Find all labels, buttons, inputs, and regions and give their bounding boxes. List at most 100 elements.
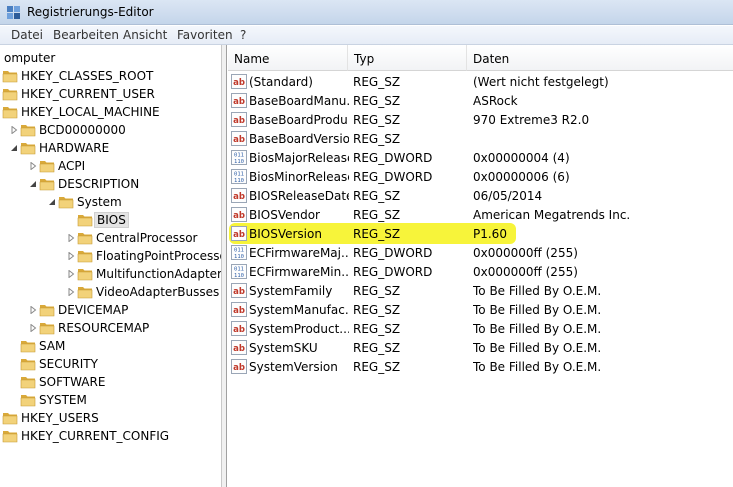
folder-icon	[20, 359, 36, 371]
tree-node[interactable]: System	[0, 193, 221, 211]
menu-ansicht[interactable]: Ansicht	[121, 28, 169, 42]
tree-node-label: SOFTWARE	[39, 375, 106, 389]
value-name: BiosMajorRelease	[249, 151, 349, 165]
svg-text:110: 110	[234, 159, 244, 165]
collapsed-triangle-icon[interactable]	[10, 126, 18, 134]
value-data: 0x00000004 (4)	[473, 151, 570, 165]
string-value-icon: ab	[231, 359, 247, 374]
tree-node-label: System	[77, 195, 122, 209]
collapsed-triangle-icon[interactable]	[29, 324, 37, 332]
tree-node[interactable]: omputer	[0, 49, 221, 67]
value-type: REG_SZ	[353, 303, 401, 317]
value-name: ECFirmwareMaj...	[249, 246, 349, 260]
column-header-name-label: Name	[234, 52, 270, 66]
value-row[interactable]: ab BaseBoardManu... REG_SZ ASRock	[228, 91, 733, 110]
tree-node[interactable]: CentralProcessor	[0, 229, 221, 247]
value-data: 0x000000ff (255)	[473, 265, 578, 279]
collapsed-triangle-icon[interactable]	[67, 270, 75, 278]
value-row[interactable]: 011 110 ECFirmwareMaj... REG_DWORD 0x000000f…	[228, 243, 733, 262]
value-row[interactable]: ab SystemManufac... REG_SZ To Be Filled By …	[228, 300, 733, 319]
string-value-icon: ab	[231, 112, 247, 127]
value-row[interactable]: 011 110 BiosMajorRelease REG_DWORD 0x0000000…	[228, 148, 733, 167]
dword-value-icon: 011110	[231, 150, 247, 165]
collapsed-triangle-icon[interactable]	[67, 234, 75, 242]
value-name: BiosMinorRelease	[249, 170, 349, 184]
value-name: ECFirmwareMin...	[249, 265, 349, 279]
tree-node[interactable]: DEVICEMAP	[0, 301, 221, 319]
string-value-icon: ab	[231, 340, 247, 355]
tree-node-label: HKEY_CLASSES_ROOT	[21, 69, 154, 83]
value-row[interactable]: 011 110 ECFirmwareMin... REG_DWORD 0x000000f…	[228, 262, 733, 281]
value-row[interactable]: ab BaseBoardVersion REG_SZ	[228, 129, 733, 148]
collapsed-triangle-icon[interactable]	[67, 288, 75, 296]
column-header-data[interactable]: Daten	[467, 45, 733, 71]
value-type: REG_SZ	[353, 208, 401, 222]
tree-node[interactable]: SYSTEM	[0, 391, 221, 409]
tree-node-label: BIOS	[94, 212, 129, 228]
tree-node[interactable]: SOFTWARE	[0, 373, 221, 391]
tree-node[interactable]: SAM	[0, 337, 221, 355]
column-header-type[interactable]: Typ	[348, 45, 467, 71]
tree-node[interactable]: FloatingPointProcessor	[0, 247, 221, 265]
title-bar[interactable]: Registrierungs-Editor	[0, 0, 733, 25]
value-name: SystemSKU	[249, 341, 318, 355]
value-type: REG_SZ	[353, 360, 401, 374]
tree-node[interactable]: RESOURCEMAP	[0, 319, 221, 337]
menu-bearbeiten[interactable]: Bearbeiten	[51, 28, 121, 42]
collapsed-triangle-icon[interactable]	[29, 162, 37, 170]
tree-node-label: omputer	[4, 51, 56, 65]
menu-favoriten[interactable]: Favoriten	[175, 28, 235, 42]
registry-key-tree[interactable]: omputer HKEY_CLASSES_ROOT HKEY_CURRENT_USE…	[0, 45, 222, 487]
value-data: (Wert nicht festgelegt)	[473, 75, 609, 89]
tree-node[interactable]: HKEY_CURRENT_CONFIG	[0, 427, 221, 445]
tree-node-label: SYSTEM	[39, 393, 87, 407]
tree-node[interactable]: HKEY_CLASSES_ROOT	[0, 67, 221, 85]
value-data: 970 Extreme3 R2.0	[473, 113, 590, 127]
tree-node[interactable]: HKEY_USERS	[0, 409, 221, 427]
tree-node[interactable]: SECURITY	[0, 355, 221, 373]
value-row[interactable]: ab SystemVersion REG_SZ To Be Filled By O.E…	[228, 357, 733, 376]
tree-node-label: ACPI	[58, 159, 86, 173]
tree-node[interactable]: VideoAdapterBusses	[0, 283, 221, 301]
column-header-name[interactable]: Name	[228, 45, 348, 71]
value-row[interactable]: 011 110 BiosMinorRelease REG_DWORD 0x0000000…	[228, 167, 733, 186]
registry-values-list[interactable]: Name Typ Daten ab (Standard) REG_SZ (Wert n…	[228, 45, 733, 487]
tree-node[interactable]: MultifunctionAdapter	[0, 265, 221, 283]
value-row[interactable]: ab BIOSVersion REG_SZ P1.60	[228, 223, 733, 244]
value-name: (Standard)	[249, 75, 313, 89]
svg-text:ab: ab	[233, 230, 245, 240]
value-row[interactable]: ab BaseBoardProdu... REG_SZ 970 Extreme3 R2…	[228, 110, 733, 129]
pane-splitter[interactable]	[222, 45, 227, 487]
folder-icon	[39, 179, 55, 191]
tree-node[interactable]: DESCRIPTION	[0, 175, 221, 193]
tree-node-label: BCD00000000	[39, 123, 126, 137]
value-row[interactable]: ab SystemSKU REG_SZ To Be Filled By O.E.M.	[228, 338, 733, 357]
tree-node[interactable]: ACPI	[0, 157, 221, 175]
svg-text:110: 110	[234, 254, 244, 260]
tree-node[interactable]: BCD00000000	[0, 121, 221, 139]
menu-bar: Datei Bearbeiten Ansicht Favoriten ?	[0, 26, 733, 45]
expanded-triangle-icon[interactable]	[48, 198, 56, 206]
value-name: BIOSVendor	[249, 208, 320, 222]
tree-node[interactable]: HKEY_CURRENT_USER	[0, 85, 221, 103]
collapsed-triangle-icon[interactable]	[29, 306, 37, 314]
value-row[interactable]: ab SystemFamily REG_SZ To Be Filled By O.E.…	[228, 281, 733, 300]
folder-icon	[20, 377, 36, 389]
value-row[interactable]: ab (Standard) REG_SZ (Wert nicht festgelegt…	[228, 72, 733, 91]
folder-icon	[39, 161, 55, 173]
tree-node[interactable]: BIOS	[0, 211, 221, 229]
tree-node[interactable]: HARDWARE	[0, 139, 221, 157]
value-row[interactable]: ab BIOSVendor REG_SZ American Megatrends In…	[228, 205, 733, 224]
tree-node[interactable]: HKEY_LOCAL_MACHINE	[0, 103, 221, 121]
menu-datei[interactable]: Datei	[9, 28, 45, 42]
collapsed-triangle-icon[interactable]	[67, 252, 75, 260]
tree-node-label: SECURITY	[39, 357, 98, 371]
value-row[interactable]: ab SystemProduct... REG_SZ To Be Filled By …	[228, 319, 733, 338]
value-row[interactable]: ab BIOSReleaseDate REG_SZ 06/05/2014	[228, 186, 733, 205]
folder-icon	[2, 107, 18, 119]
expanded-triangle-icon[interactable]	[10, 144, 18, 152]
string-value-icon: ab	[231, 93, 247, 108]
expanded-triangle-icon[interactable]	[29, 180, 37, 188]
menu-help[interactable]: ?	[238, 28, 248, 42]
value-type: REG_SZ	[353, 113, 401, 127]
